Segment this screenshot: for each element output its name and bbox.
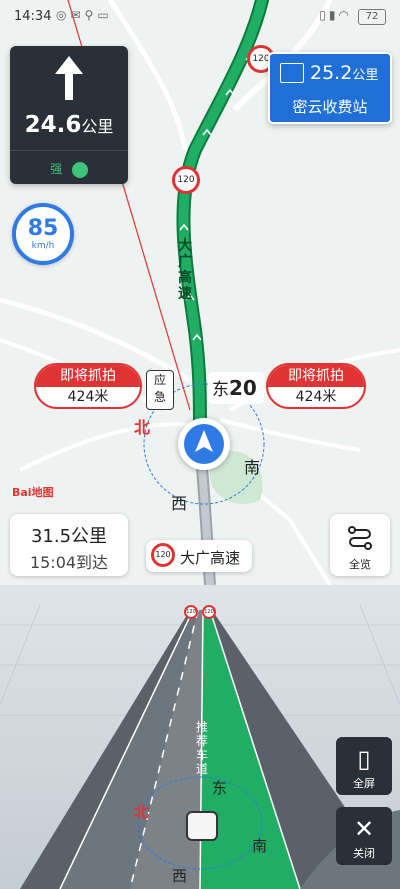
speed-limit-sign: 120 [202,605,216,619]
toll-distance-unit: 公里 [352,68,379,83]
car-icon [186,811,218,841]
location-icon: ◎ [56,8,71,22]
arrival-time: 15:04到达 [29,553,109,572]
compass-west: 西 [171,494,188,513]
overview-button[interactable]: 全览 [330,514,390,576]
current-road-card: 120 大广高速 [146,540,252,572]
map-pin-icon: ⚲ [84,8,98,22]
recommended-lane-label: 推荐车道 [195,720,208,776]
wifi-icon: ◠ [338,8,352,22]
message-icon: ✉ [70,8,85,22]
exit-direction: 东 [212,380,229,400]
close-label: 关闭 [353,847,375,860]
signal-icon: ▮ [328,8,339,22]
lane-guidance-view: 120 120 推荐车道 北 东 南 西 ▯ 全屏 ✕ 关闭 [0,585,400,889]
speed-limit-sign: 120 [172,166,200,194]
camera-warning-distance: 424米 [67,389,109,405]
current-road-name: 大广高速 [180,549,241,567]
camera-warning-label: 即将抓拍 [36,365,140,387]
camera-warning-label: 即将抓拍 [268,365,364,387]
turn-distance-value: 24.6 [24,112,82,138]
camera-warning-distance: 424米 [295,389,337,405]
route-overview-icon [348,526,372,550]
close-button[interactable]: ✕ 关闭 [336,807,392,865]
baidu-logo: Bai地图 [12,484,54,500]
trip-summary-card[interactable]: 31.5公里 15:04到达 [10,514,128,576]
speed-limit-sign: 120 [151,543,175,567]
baidu-logo-text: Bai地图 [12,486,54,499]
speed-value: 85 [27,216,59,241]
status-system-icons: ▯▮◠ [319,8,352,22]
video-icon: ▭ [97,8,113,22]
speed-unit: km/h [31,241,55,251]
exit-label: 东20 [208,372,264,404]
navigation-arrow-icon [184,424,224,464]
current-speed-gauge: 85 km/h [12,203,74,265]
highway-name-label: 大广高速 [178,238,192,302]
fullscreen-button[interactable]: ▯ 全屏 [336,737,392,795]
remaining-distance: 31.5公里 [30,526,108,547]
fullscreen-icon: ▯ [357,745,371,773]
emergency-lane-tag: 应急 [146,370,174,410]
gps-signal-label: 强 [50,162,63,176]
gps-signal-icon [71,161,88,178]
compass-south: 南 [244,458,261,477]
compass-north: 北 [134,418,151,437]
turn-distance: 24.6公里 [10,112,128,138]
toll-booth-icon [280,63,304,83]
toll-station-name: 密云收费站 [292,98,368,116]
close-icon: ✕ [353,815,375,843]
toll-distance-value: 25.2 [310,62,353,84]
compass-west: 西 [172,867,188,885]
compass-east: 东 [212,779,228,797]
emergency-lane-label: 应急 [153,373,166,404]
overview-label: 全览 [349,558,371,571]
compass-north: 北 [134,803,150,821]
turn-instruction-card[interactable]: 24.6公里 强 [10,46,128,184]
gps-signal: 强 [10,160,128,178]
camera-warning-left: 即将抓拍 424米 [34,363,142,409]
turn-distance-unit: 公里 [81,117,114,136]
toll-distance: 25.2公里 [310,62,378,84]
fullscreen-label: 全屏 [353,777,375,790]
speed-limit-sign: 120 [184,605,198,619]
exit-number: 20 [229,376,257,400]
status-bar: 14:34 ◎✉⚲▭ ▯▮◠ 72 [0,0,400,34]
toll-station-card[interactable]: 25.2公里 密云收费站 [268,52,392,124]
divider [10,150,128,151]
camera-warning-right: 即将抓拍 424米 [266,363,366,409]
straight-arrow-icon [55,56,83,100]
compass-south: 南 [252,837,268,855]
vibrate-icon: ▯ [319,8,329,22]
current-location-marker [178,418,230,470]
status-time: 14:34 [14,9,52,24]
battery-indicator: 72 [358,9,386,25]
status-notification-icons: ◎✉⚲▭ [56,8,113,22]
